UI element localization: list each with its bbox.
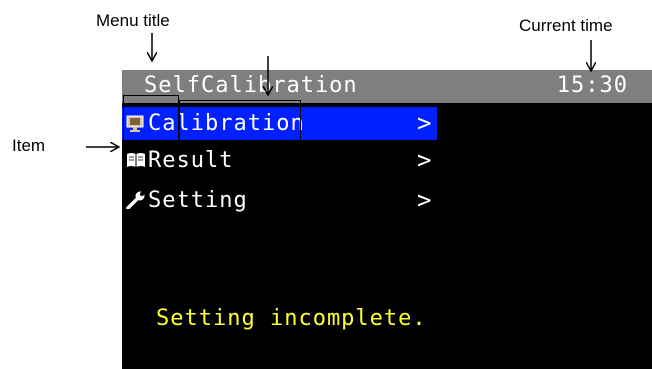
annotation-arrows [86,33,652,369]
